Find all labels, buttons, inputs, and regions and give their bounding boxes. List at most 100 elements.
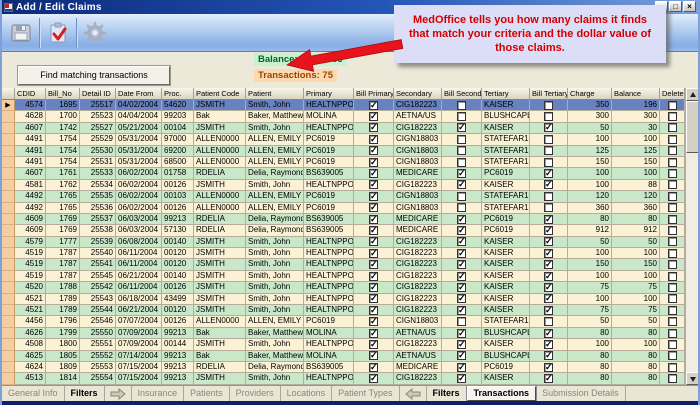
- cell-patient[interactable]: Delia, Raymond: [246, 214, 304, 225]
- cell-patient-code[interactable]: Bak: [194, 111, 246, 122]
- row-selector[interactable]: [2, 248, 15, 259]
- row-selector[interactable]: [2, 362, 15, 373]
- cell-detail-id[interactable]: 25542: [80, 282, 116, 293]
- column-header-patient-code[interactable]: Patient Code: [194, 88, 246, 100]
- bill-tertiary-checkbox[interactable]: ✓: [544, 249, 553, 258]
- cell-charge[interactable]: 125: [568, 146, 612, 157]
- bill-tertiary-checkbox[interactable]: ✓: [544, 340, 553, 349]
- cell-delete[interactable]: [660, 134, 685, 145]
- bill-primary-checkbox[interactable]: ✓: [369, 294, 378, 303]
- cell-date-from[interactable]: 06/21/2004: [116, 271, 162, 282]
- row-selector[interactable]: [2, 316, 15, 327]
- bill-tertiary-checkbox[interactable]: ✓: [544, 226, 553, 235]
- bill-tertiary-checkbox[interactable]: [544, 317, 553, 326]
- cell-primary[interactable]: PC6019: [304, 157, 354, 168]
- bill-primary-checkbox[interactable]: ✓: [369, 340, 378, 349]
- cell-bill-no[interactable]: 1769: [46, 225, 80, 236]
- cell-secondary[interactable]: CIG182223: [394, 248, 442, 259]
- cell-primary[interactable]: HEALTNPPO: [304, 271, 354, 282]
- cell-proc[interactable]: 01758: [162, 168, 194, 179]
- cell-bill-secondary[interactable]: ✓: [442, 362, 482, 373]
- cell-bill-secondary[interactable]: ✓: [442, 214, 482, 225]
- cell-bill-primary[interactable]: ✓: [354, 203, 394, 214]
- cell-date-from[interactable]: 06/03/2004: [116, 214, 162, 225]
- cell-cdid[interactable]: 4607: [15, 168, 46, 179]
- cell-primary[interactable]: MOLINA: [304, 351, 354, 362]
- delete-checkbox[interactable]: [668, 317, 677, 326]
- cell-primary[interactable]: MOLINA: [304, 111, 354, 122]
- cell-bill-no[interactable]: 1761: [46, 168, 80, 179]
- bill-primary-checkbox[interactable]: ✓: [369, 192, 378, 201]
- cell-patient[interactable]: ALLEN, EMILY: [246, 134, 304, 145]
- cell-delete[interactable]: [660, 282, 685, 293]
- cell-proc[interactable]: 00120: [162, 248, 194, 259]
- cell-bill-secondary[interactable]: [442, 146, 482, 157]
- column-header-tertiary[interactable]: Tertiary: [482, 88, 530, 100]
- cell-bill-primary[interactable]: ✓: [354, 180, 394, 191]
- cell-date-from[interactable]: 07/15/2004: [116, 373, 162, 384]
- column-header-proc[interactable]: Proc.: [162, 88, 194, 100]
- cell-tertiary[interactable]: KAISER: [482, 237, 530, 248]
- cell-bill-primary[interactable]: ✓: [354, 157, 394, 168]
- cell-bill-primary[interactable]: ✓: [354, 362, 394, 373]
- cell-proc[interactable]: 00104: [162, 123, 194, 134]
- cell-bill-secondary[interactable]: ✓: [442, 271, 482, 282]
- cell-bill-secondary[interactable]: ✓: [442, 294, 482, 305]
- grid-row-23[interactable]: 462518052555207/14/200499213BakBaker, Ma…: [2, 351, 698, 362]
- cell-secondary[interactable]: CIG182223: [394, 100, 442, 111]
- cell-bill-no[interactable]: 1787: [46, 271, 80, 282]
- cell-tertiary[interactable]: STATEFAR1: [482, 316, 530, 327]
- cell-detail-id[interactable]: 25529: [80, 134, 116, 145]
- cell-detail-id[interactable]: 25543: [80, 294, 116, 305]
- cell-delete[interactable]: [660, 157, 685, 168]
- cell-bill-no[interactable]: 1788: [46, 282, 80, 293]
- cell-bill-primary[interactable]: ✓: [354, 351, 394, 362]
- cell-patient-code[interactable]: Bak: [194, 351, 246, 362]
- bill-secondary-checkbox[interactable]: [457, 112, 466, 121]
- cell-date-from[interactable]: 07/09/2004: [116, 328, 162, 339]
- row-selector[interactable]: [2, 111, 15, 122]
- cell-secondary[interactable]: CIGN18803: [394, 157, 442, 168]
- cell-patient[interactable]: Smith, John: [246, 237, 304, 248]
- bill-primary-checkbox[interactable]: ✓: [369, 226, 378, 235]
- cell-detail-id[interactable]: 25553: [80, 362, 116, 373]
- cell-balance[interactable]: 30: [612, 123, 660, 134]
- cell-secondary[interactable]: AETNA/US: [394, 328, 442, 339]
- cell-detail-id[interactable]: 25554: [80, 373, 116, 384]
- cell-cdid[interactable]: 4491: [15, 134, 46, 145]
- cell-bill-tertiary[interactable]: ✓: [530, 225, 568, 236]
- cell-primary[interactable]: HEALTNPPO: [304, 248, 354, 259]
- tab-arrow-left-icon[interactable]: [400, 386, 427, 402]
- cell-secondary[interactable]: CIG182223: [394, 259, 442, 270]
- cell-patient-code[interactable]: JSMITH: [194, 305, 246, 316]
- cell-bill-secondary[interactable]: [442, 157, 482, 168]
- cell-charge[interactable]: 75: [568, 282, 612, 293]
- cell-bill-no[interactable]: 1754: [46, 146, 80, 157]
- cell-bill-secondary[interactable]: ✓: [442, 305, 482, 316]
- cell-detail-id[interactable]: 25533: [80, 168, 116, 179]
- cell-balance[interactable]: 100: [612, 271, 660, 282]
- cell-patient[interactable]: Baker, Matthew: [246, 351, 304, 362]
- cell-primary[interactable]: HEALTNPPO: [304, 123, 354, 134]
- cell-bill-no[interactable]: 1800: [46, 339, 80, 350]
- cell-delete[interactable]: [660, 362, 685, 373]
- cell-balance[interactable]: 100: [612, 339, 660, 350]
- grid-row-1[interactable]: ▶457416952551704/02/200454620JSMITHSmith…: [2, 100, 698, 111]
- bill-tertiary-checkbox[interactable]: [544, 158, 553, 167]
- bill-tertiary-checkbox[interactable]: ✓: [544, 374, 553, 383]
- column-header-bill-secondary[interactable]: Bill Secondary: [442, 88, 482, 100]
- column-header-bill-no[interactable]: Bill_No: [46, 88, 80, 100]
- tab-locations[interactable]: Locations: [281, 386, 333, 402]
- bill-secondary-checkbox[interactable]: [457, 101, 466, 110]
- cell-cdid[interactable]: 4492: [15, 191, 46, 202]
- bill-primary-checkbox[interactable]: ✓: [369, 146, 378, 155]
- cell-patient-code[interactable]: JSMITH: [194, 271, 246, 282]
- bill-tertiary-checkbox[interactable]: ✓: [544, 294, 553, 303]
- tab-patient-types[interactable]: Patient Types: [332, 386, 399, 402]
- cell-patient[interactable]: Smith, John: [246, 271, 304, 282]
- cell-bill-no[interactable]: 1799: [46, 328, 80, 339]
- cell-delete[interactable]: [660, 339, 685, 350]
- bill-secondary-checkbox[interactable]: ✓: [457, 249, 466, 258]
- cell-date-from[interactable]: 07/09/2004: [116, 339, 162, 350]
- verify-claims-button[interactable]: [44, 18, 72, 48]
